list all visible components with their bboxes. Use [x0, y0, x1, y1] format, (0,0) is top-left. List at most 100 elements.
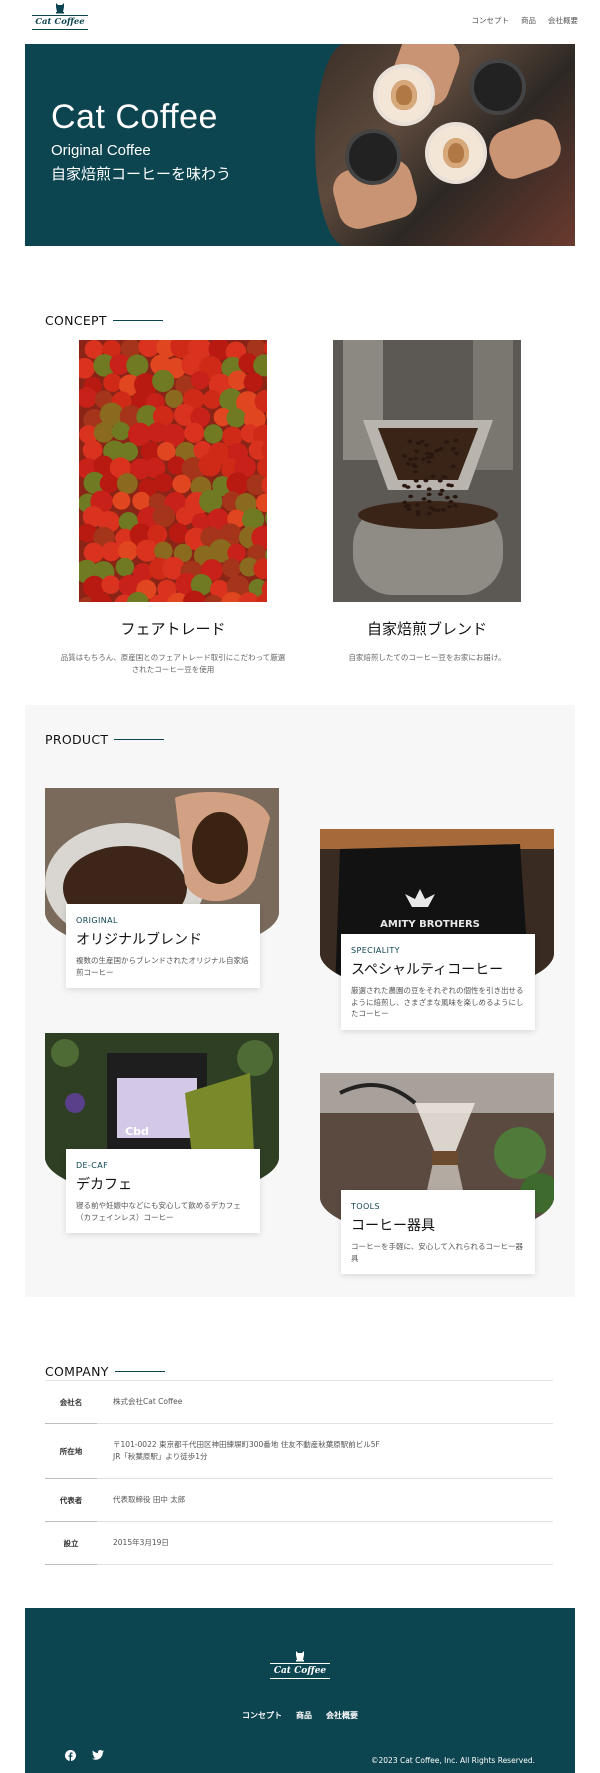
- logo-rule: [32, 15, 88, 16]
- coffee-cherries-illustration: [79, 340, 267, 602]
- logo-rule: [270, 1663, 330, 1664]
- coffee-bean: [426, 511, 432, 516]
- coffee-cherry: [79, 357, 95, 379]
- coffee-bean: [450, 464, 456, 469]
- company-value-line: JR「秋葉原駅」より徒歩1分: [113, 1452, 208, 1461]
- coffee-cherry: [175, 506, 194, 526]
- coffee-bean: [437, 492, 443, 496]
- coffee-cherry: [138, 340, 160, 357]
- footer-nav-concept[interactable]: コンセプト: [242, 1710, 282, 1721]
- footer-social: [65, 1750, 104, 1761]
- footer-logo[interactable]: Cat Coffee: [270, 1650, 330, 1680]
- coffee-cherry: [202, 390, 222, 409]
- coffee-bean: [406, 503, 412, 508]
- concept-title-fairtrade: フェアトレード: [120, 620, 226, 638]
- coffee-cherry: [101, 541, 121, 562]
- company-value: 株式会社Cat Coffee: [97, 1381, 553, 1423]
- coffee-cherry: [154, 473, 173, 493]
- coffee-cherry: [118, 541, 138, 561]
- site-header: Cat Coffee コンセプト 商品 会社概要: [0, 0, 600, 44]
- product-name: スペシャルティコーヒー: [351, 962, 504, 978]
- coffee-cherry: [152, 504, 176, 528]
- coffee-bean: [426, 492, 432, 497]
- coffee-bean: [438, 446, 444, 451]
- site-footer: Cat Coffee コンセプト 商品 会社概要 ©2023 Cat Coffe…: [25, 1608, 575, 1773]
- nav-item-product[interactable]: 商品: [521, 15, 536, 26]
- company-key: 代表者: [45, 1479, 97, 1522]
- coffee-cherry: [226, 408, 246, 428]
- concept-heading: CONCEPT: [45, 313, 163, 328]
- coffee-bean: [415, 512, 421, 516]
- coffee-bean: [452, 494, 458, 499]
- facebook-icon[interactable]: [65, 1750, 76, 1761]
- concept-title-roast-blend: 自家焙煎ブレンド: [366, 620, 487, 638]
- coffee-bean: [437, 478, 443, 483]
- coffee-cherry: [112, 491, 131, 510]
- coffee-bean: [413, 478, 419, 483]
- cat-cup-logo-icon: [296, 1651, 304, 1662]
- company-value-line: 〒101-0022 東京都千代田区神田練塀町300番地 住友不動産秋葉原駅前ビル…: [113, 1440, 380, 1449]
- coffee-cherry: [203, 424, 224, 444]
- company-info-table: 会社名 株式会社Cat Coffee 所在地 〒101-0022 東京都千代田区…: [45, 1380, 553, 1565]
- coffee-bean: [426, 499, 432, 504]
- coffee-cherry: [221, 558, 241, 578]
- hero-banner: Cat Coffee Original Coffee 自家焙煎コーヒーを味わう: [25, 44, 575, 246]
- coffee-cherry: [93, 422, 115, 443]
- product-tag: ORIGINAL: [76, 916, 118, 925]
- concept-image-coffee-cherries: [79, 340, 267, 602]
- coffee-bean: [452, 504, 458, 508]
- concept-text-roast-blend: 自家焙煎したてのコーヒー豆をお家にお届け。: [348, 653, 506, 662]
- hero-subtitle-en: Original Coffee: [51, 142, 151, 159]
- heading-rule: [114, 1370, 165, 1373]
- coffee-cherry: [115, 557, 135, 577]
- company-row-name: 会社名 株式会社Cat Coffee: [45, 1380, 553, 1424]
- coffee-bean: [423, 478, 429, 483]
- company-heading: COMPANY: [45, 1364, 165, 1379]
- company-key: 会社名: [45, 1381, 97, 1424]
- site-logo[interactable]: Cat Coffee: [32, 2, 88, 36]
- product-name: デカフェ: [76, 1177, 132, 1193]
- footer-copyright: ©2023 Cat Coffee, Inc. All Rights Reserv…: [371, 1756, 535, 1765]
- company-value: 〒101-0022 東京都千代田区神田練塀町300番地 住友不動産秋葉原駅前ビル…: [97, 1424, 553, 1478]
- coffee-bean: [441, 475, 447, 479]
- coffee-bean: [426, 487, 432, 492]
- coffee-bean: [408, 457, 414, 462]
- product-card-original[interactable]: ORIGINAL オリジナルブレンド 複数の生産国からブレンドされたオリジナル自…: [66, 904, 260, 988]
- coffee-cherry: [111, 421, 131, 441]
- heading-rule: [114, 738, 165, 741]
- coffee-bean: [412, 470, 418, 474]
- nav-item-company[interactable]: 会社概要: [548, 15, 578, 26]
- coffee-bean: [405, 462, 411, 466]
- coffee-cherry: [154, 541, 173, 561]
- product-card-tools[interactable]: TOOLS コーヒー器具 コーヒーを手軽に、安心して入れられるコーヒー器具: [341, 1190, 535, 1274]
- footer-nav-company[interactable]: 会社概要: [326, 1710, 358, 1721]
- coffee-cherry: [184, 422, 205, 443]
- coffee-cherry: [152, 369, 175, 393]
- coffee-bean: [454, 451, 460, 456]
- product-desc: 複数の生産国からブレンドされたオリジナル自家焙煎コーヒー: [76, 956, 249, 977]
- footer-nav-product[interactable]: 商品: [296, 1710, 312, 1721]
- coffee-bean: [431, 508, 437, 512]
- coffee-bean: [444, 495, 450, 500]
- heading-rule: [112, 319, 163, 322]
- coffee-bean: [408, 494, 414, 499]
- logo-rule: [32, 29, 88, 30]
- bag-label-text: AMITY BROTHERS: [380, 919, 480, 930]
- coffee-bean: [414, 449, 420, 453]
- coffee-bean: [440, 508, 446, 512]
- coffee-cherry: [103, 373, 122, 392]
- product-card-speciality[interactable]: SPECIALITY スペシャルティコーヒー 厳選された農園の豆をそれぞれの個性…: [341, 934, 535, 1030]
- coffee-cherry: [116, 473, 138, 495]
- coffee-bean: [416, 484, 422, 489]
- coffee-bean: [453, 438, 459, 443]
- product-heading-text: PRODUCT: [45, 732, 109, 747]
- coffee-bean: [411, 463, 417, 467]
- nav-item-concept[interactable]: コンセプト: [472, 15, 510, 26]
- coffee-bean: [424, 443, 430, 447]
- product-card-decaf[interactable]: DE-CAF デカフェ 寝る前や妊娠中などにも安心して飲めるデカフェ（カフェイン…: [66, 1149, 260, 1233]
- coffee-cherry: [101, 575, 121, 595]
- twitter-icon[interactable]: [92, 1750, 104, 1760]
- product-name: コーヒー器具: [351, 1218, 435, 1234]
- coffee-bean: [419, 439, 425, 444]
- coffee-bean: [413, 456, 419, 461]
